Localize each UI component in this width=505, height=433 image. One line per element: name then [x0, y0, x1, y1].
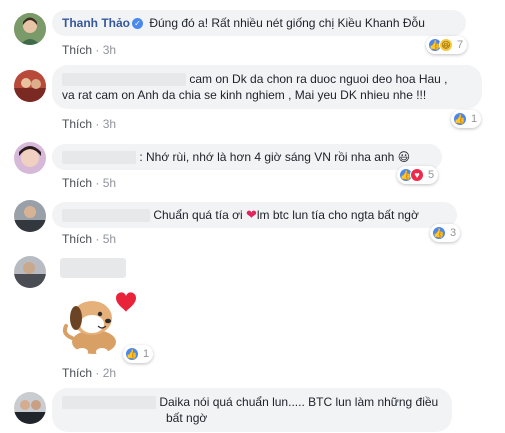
reaction-count: 1: [471, 113, 478, 125]
like-link[interactable]: Thích: [62, 117, 92, 131]
comment-time[interactable]: 3h: [103, 43, 116, 57]
like-link[interactable]: Thích: [62, 232, 92, 246]
reaction-count: 5: [428, 169, 435, 181]
comment-text-line: bất ngờ: [166, 411, 208, 425]
avatar[interactable]: [14, 200, 46, 232]
comment-time[interactable]: 2h: [103, 366, 116, 380]
haha-reaction-icon: 😆: [439, 38, 453, 52]
like-reaction-icon: 👍: [125, 347, 139, 361]
reaction-summary[interactable]: 👍 3: [430, 224, 461, 242]
comment-text-line: cam on Dk da chon ra duoc nguoi deo hoa …: [189, 72, 448, 86]
redacted-author-name: [60, 258, 126, 278]
comment-actions: Thích · 3h: [62, 117, 116, 131]
comment-bubble: : Nhớ rùi, nhớ là hơn 4 giờ sáng VN rồi …: [52, 144, 442, 170]
grinning-emoji-icon: 😃: [397, 150, 411, 164]
verified-badge-icon: ✓: [132, 18, 143, 30]
reaction-count: 7: [457, 39, 464, 51]
reaction-summary[interactable]: 👍 1: [123, 345, 154, 363]
comment-text-line: va rat cam on Anh da chia se kinh nghiem…: [62, 88, 427, 102]
reaction-summary[interactable]: 👍 1: [451, 110, 482, 128]
avatar[interactable]: [14, 392, 46, 424]
redacted-author-name: [62, 73, 186, 87]
like-link[interactable]: Thích: [62, 43, 92, 57]
like-reaction-icon: 👍: [453, 112, 467, 126]
comment-bubble: Daika nói quá chuẩn lun..... BTC lun làm…: [52, 388, 452, 432]
like-link[interactable]: Thích: [62, 366, 92, 380]
redacted-author-name: [62, 151, 136, 165]
redacted-author-name: [62, 396, 156, 410]
comment-time[interactable]: 3h: [103, 117, 116, 131]
like-reaction-icon: 👍: [432, 226, 446, 240]
comment-actions: Thích · 5h: [62, 176, 116, 190]
comment-actions: Thích · 5h: [62, 232, 116, 246]
comment-text: Chuẩn quá tía ơi: [153, 208, 243, 222]
separator: ·: [95, 117, 100, 131]
red-heart-icon: ❤: [245, 207, 257, 222]
separator: ·: [95, 366, 100, 380]
comment-text-line: Daika nói quá chuẩn lun..... BTC lun làm…: [159, 395, 439, 409]
reaction-summary[interactable]: 👍 😆 7: [426, 36, 468, 54]
comment-actions: Thích · 3h: [62, 43, 116, 57]
comment-bubble: cam on Dk da chon ra duoc nguoi deo hoa …: [52, 65, 482, 109]
like-link[interactable]: Thích: [62, 176, 92, 190]
separator: ·: [95, 232, 100, 246]
reaction-count: 3: [450, 227, 457, 239]
avatar[interactable]: [14, 13, 46, 45]
comment-time[interactable]: 5h: [103, 176, 116, 190]
avatar[interactable]: [14, 70, 46, 102]
avatar[interactable]: [14, 256, 46, 288]
comment-actions: Thích · 2h: [62, 366, 116, 380]
comment-text: Đúng đó a! Rất nhiều nét giống chị Kiều …: [149, 16, 425, 30]
comment-text: : Nhớ rùi, nhớ là hơn 4 giờ sáng VN rồi …: [139, 150, 395, 164]
comment-bubble: Chuẩn quá tía ơi ❤lm btc lun tía cho ngt…: [52, 202, 457, 228]
redacted-author-name: [62, 209, 150, 223]
reaction-count: 1: [143, 348, 150, 360]
avatar[interactable]: [14, 142, 46, 174]
comment-bubble: Thanh Thảo ✓ Đúng đó a! Rất nhiều nét giố…: [52, 10, 466, 36]
comment-time[interactable]: 5h: [103, 232, 116, 246]
separator: ·: [95, 176, 100, 190]
comment-text: lm btc lun tía cho ngta bất ngờ: [256, 208, 419, 222]
separator: ·: [95, 43, 100, 57]
comment-author[interactable]: Thanh Thảo: [62, 16, 130, 30]
love-reaction-icon: ♥: [410, 168, 424, 182]
reaction-summary[interactable]: 👍 ♥ 5: [397, 166, 439, 184]
